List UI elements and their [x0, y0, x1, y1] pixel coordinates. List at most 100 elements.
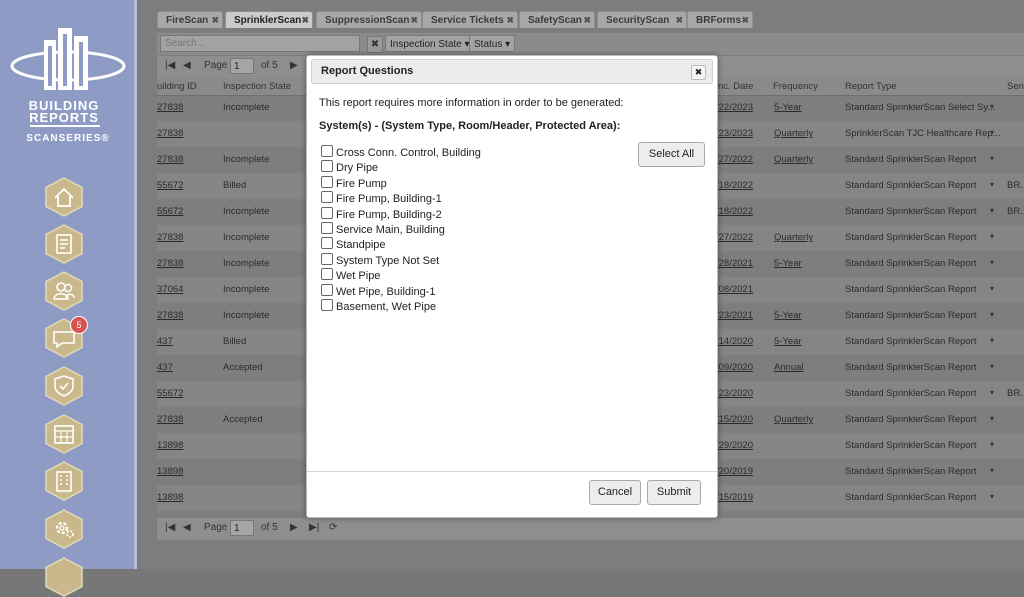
building-id-cell[interactable]: 13898 [157, 492, 183, 503]
page-input[interactable]: 1 [230, 58, 254, 74]
system-option[interactable]: Wet Pipe, Building-1 [321, 283, 435, 298]
date-cell[interactable]: /15/2020 [716, 414, 753, 425]
system-option[interactable]: Dry Pipe [321, 160, 378, 174]
date-cell[interactable]: /29/2020 [716, 440, 753, 451]
search-input[interactable] [160, 35, 360, 52]
clear-search-icon[interactable]: ✖ [367, 36, 383, 53]
date-cell[interactable]: /23/2020 [716, 388, 753, 399]
col-inspection-state[interactable]: Inspection State [223, 81, 291, 92]
report-type-dropdown-icon[interactable]: ▾ [990, 440, 994, 449]
date-cell[interactable]: /08/2021 [716, 284, 753, 295]
next-page-icon[interactable]: ▶ [290, 522, 298, 533]
checkbox[interactable] [321, 160, 333, 173]
checkbox[interactable] [321, 222, 333, 234]
building-id-cell[interactable]: 27838 [157, 154, 183, 165]
frequency-cell[interactable]: Quarterly [774, 232, 813, 243]
next-page-icon[interactable]: ▶ [290, 60, 298, 71]
date-cell[interactable]: /27/2022 [716, 232, 753, 243]
tab-firescan[interactable]: FireScan ✖ [157, 11, 223, 28]
building-id-cell[interactable]: 437 [157, 362, 173, 373]
first-page-icon[interactable]: |◀ [165, 522, 175, 533]
checkbox[interactable] [321, 206, 333, 219]
report-type-dropdown-icon[interactable]: ▾ [990, 206, 994, 215]
building-id-cell[interactable]: 27838 [157, 232, 183, 243]
report-type-dropdown-icon[interactable]: ▾ [990, 492, 994, 501]
building-id-cell[interactable]: 437 [157, 336, 173, 347]
select-all-button[interactable]: Select All [638, 142, 705, 167]
checkbox[interactable] [321, 175, 333, 188]
building-id-cell[interactable]: 27838 [157, 310, 183, 321]
close-icon[interactable]: ✖ [211, 12, 219, 29]
checkbox[interactable] [321, 283, 333, 296]
frequency-cell[interactable]: Quarterly [774, 414, 813, 425]
date-cell[interactable]: /23/2021 [716, 310, 753, 321]
date-cell[interactable]: /23/2023 [716, 128, 753, 139]
nav-calendar[interactable] [45, 414, 83, 454]
building-id-cell[interactable]: 55672 [157, 206, 183, 217]
tab-suppressionscan[interactable]: SuppressionScan ✖ [316, 11, 422, 28]
frequency-cell[interactable]: 5-Year [774, 310, 802, 321]
tab-safetyscan[interactable]: SafetyScan ✖ [519, 11, 595, 28]
date-cell[interactable]: /15/2019 [716, 492, 753, 503]
col-frequency[interactable]: Frequency [773, 81, 818, 92]
report-type-dropdown-icon[interactable]: ▾ [990, 128, 994, 137]
report-type-dropdown-icon[interactable]: ▾ [990, 258, 994, 267]
system-option[interactable]: Fire Pump, Building-2 [321, 206, 442, 221]
date-cell[interactable]: /20/2019 [716, 466, 753, 477]
close-icon[interactable]: ✖ [301, 12, 309, 29]
page-input[interactable]: 1 [230, 520, 254, 536]
nav-safety[interactable] [45, 366, 83, 406]
nav-reports[interactable] [45, 224, 83, 264]
date-cell[interactable]: /22/2023 [716, 102, 753, 113]
prev-page-icon[interactable]: ◀ [183, 60, 191, 71]
nav-more[interactable] [45, 557, 83, 597]
report-type-dropdown-icon[interactable]: ▾ [990, 466, 994, 475]
system-option[interactable]: Cross Conn. Control, Building [321, 145, 481, 159]
system-option[interactable]: Basement, Wet Pipe [321, 299, 436, 313]
close-icon[interactable]: ✖ [410, 12, 418, 29]
checkbox[interactable] [321, 191, 333, 204]
report-type-dropdown-icon[interactable]: ▾ [990, 310, 994, 319]
system-option[interactable]: Service Main, Building [321, 222, 445, 236]
report-type-dropdown-icon[interactable]: ▾ [990, 414, 994, 423]
close-icon[interactable]: ✖ [675, 12, 683, 29]
building-id-cell[interactable]: 55672 [157, 388, 183, 399]
frequency-cell[interactable]: Quarterly [774, 128, 813, 139]
date-cell[interactable]: /14/2020 [716, 336, 753, 347]
col-building-id[interactable]: uilding ID [157, 81, 197, 92]
tab-sprinklerscan[interactable]: SprinklerScan ✖ [225, 11, 313, 28]
tab-brforms[interactable]: BRForms ✖ [687, 11, 753, 28]
col-sen[interactable]: Sen. [1007, 81, 1024, 92]
report-type-dropdown-icon[interactable]: ▾ [990, 336, 994, 345]
report-type-dropdown-icon[interactable]: ▾ [990, 102, 994, 111]
checkbox[interactable] [321, 145, 333, 157]
report-type-dropdown-icon[interactable]: ▾ [990, 362, 994, 371]
report-type-dropdown-icon[interactable]: ▾ [990, 232, 994, 241]
col-report-type[interactable]: Report Type [845, 81, 897, 92]
inspection-state-filter[interactable]: Inspection State ▾ [385, 35, 475, 52]
cancel-button[interactable]: Cancel [589, 480, 641, 505]
system-option[interactable]: Standpipe [321, 237, 386, 251]
frequency-cell[interactable]: Annual [774, 362, 804, 373]
system-option[interactable]: Fire Pump [321, 175, 387, 190]
close-icon[interactable]: ✖ [583, 12, 591, 29]
date-cell[interactable]: /28/2021 [716, 258, 753, 269]
checkbox[interactable] [321, 237, 333, 250]
system-option[interactable]: System Type Not Set [321, 252, 439, 267]
building-id-cell[interactable]: 27838 [157, 128, 183, 139]
building-id-cell[interactable]: 55672 [157, 180, 183, 191]
building-id-cell[interactable]: 27838 [157, 258, 183, 269]
report-type-dropdown-icon[interactable]: ▾ [990, 180, 994, 189]
tab-securityscan[interactable]: SecurityScan ✖ [597, 11, 687, 28]
col-date[interactable]: nc. Date [718, 81, 753, 92]
nav-users[interactable] [45, 271, 83, 311]
system-option[interactable]: Wet Pipe [321, 268, 380, 282]
report-type-dropdown-icon[interactable]: ▾ [990, 388, 994, 397]
building-id-cell[interactable]: 27838 [157, 414, 183, 425]
last-page-icon[interactable]: ▶| [309, 522, 319, 533]
submit-button[interactable]: Submit [647, 480, 701, 505]
system-option[interactable]: Fire Pump, Building-1 [321, 191, 442, 205]
date-cell[interactable]: /18/2022 [716, 206, 753, 217]
first-page-icon[interactable]: |◀ [165, 60, 175, 71]
report-type-dropdown-icon[interactable]: ▾ [990, 284, 994, 293]
